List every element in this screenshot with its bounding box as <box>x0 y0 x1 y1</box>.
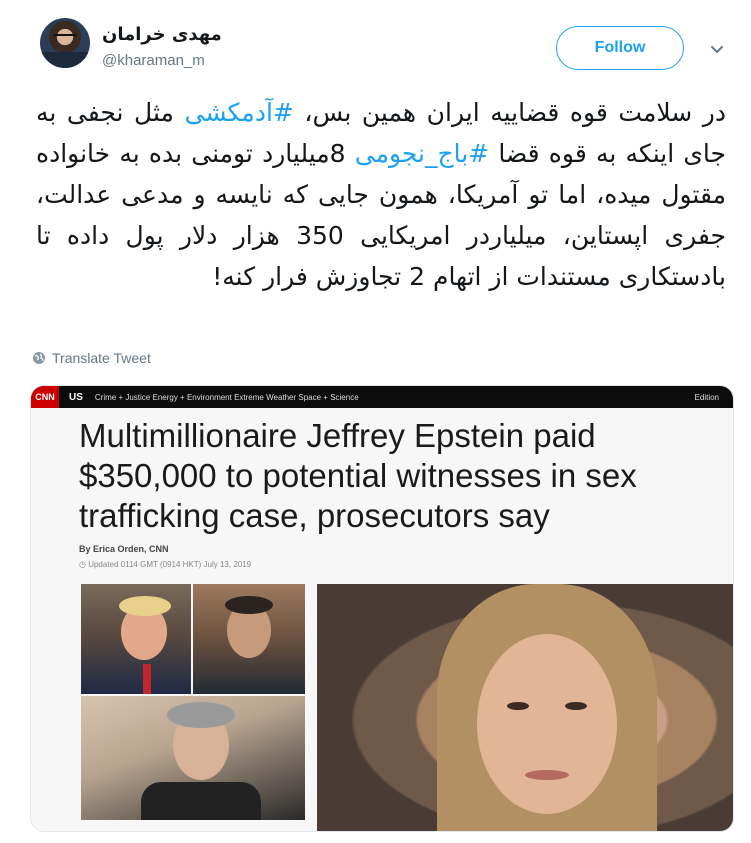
tweet-text-part: در سلامت قوه قضاییه ایران همین بس، <box>293 98 726 127</box>
photo-acosta <box>193 584 305 694</box>
avatar-shirt <box>40 52 90 68</box>
author-handle[interactable]: @kharaman_m <box>102 52 205 69</box>
photo-hair <box>167 702 235 728</box>
follow-button[interactable]: Follow <box>556 26 684 70</box>
article-updated-text: Updated 0114 GMT (0914 HKT) July 13, 201… <box>88 560 252 569</box>
cnn-edition: US <box>69 391 83 403</box>
cnn-edition-menu: Edition <box>694 392 719 402</box>
author-name[interactable]: مهدی خرامان <box>102 24 222 45</box>
photo-hair <box>225 596 273 614</box>
photo-eye-right <box>565 702 587 710</box>
hashtag-link[interactable]: #آدمکشی <box>184 98 293 127</box>
globe-icon <box>33 352 45 364</box>
article-byline: By Erica Orden, CNN <box>79 544 169 554</box>
article-updated: ◷ Updated 0114 GMT (0914 HKT) July 13, 2… <box>79 560 251 569</box>
photo-eye-left <box>507 702 529 710</box>
translate-label: Translate Tweet <box>52 350 151 366</box>
photo-tie <box>143 664 151 694</box>
photo-hair <box>119 596 171 616</box>
hashtag-link[interactable]: #باج_نجومی <box>355 139 489 168</box>
tweet-text: در سلامت قوه قضاییه ایران همین بس، #آدمک… <box>36 92 726 297</box>
photo-face <box>477 634 617 814</box>
photo-woman <box>317 584 733 831</box>
avatar-glasses <box>53 34 77 42</box>
article-headline: Multimillionaire Jeffrey Epstein paid $3… <box>79 417 637 534</box>
clock-icon: ◷ <box>79 560 89 569</box>
photo-mouth <box>525 770 569 780</box>
photo-trump <box>81 584 191 694</box>
cnn-nav-bar: CNN US Crime + Justice Energy + Environm… <box>31 386 733 408</box>
chevron-down-icon[interactable] <box>706 38 728 60</box>
tweet-card: مهدی خرامان @kharaman_m Follow در سلامت … <box>0 0 751 843</box>
cnn-logo: CNN <box>31 386 59 408</box>
photo-shirt <box>141 782 261 820</box>
photo-collage <box>81 584 305 820</box>
tweet-media-image[interactable]: CNN US Crime + Justice Energy + Environm… <box>30 385 734 832</box>
photo-epstein <box>81 696 305 820</box>
translate-tweet-link[interactable]: Translate Tweet <box>32 350 151 366</box>
author-avatar[interactable] <box>40 18 90 68</box>
cnn-nav-links: Crime + Justice Energy + Environment Ext… <box>94 392 359 402</box>
